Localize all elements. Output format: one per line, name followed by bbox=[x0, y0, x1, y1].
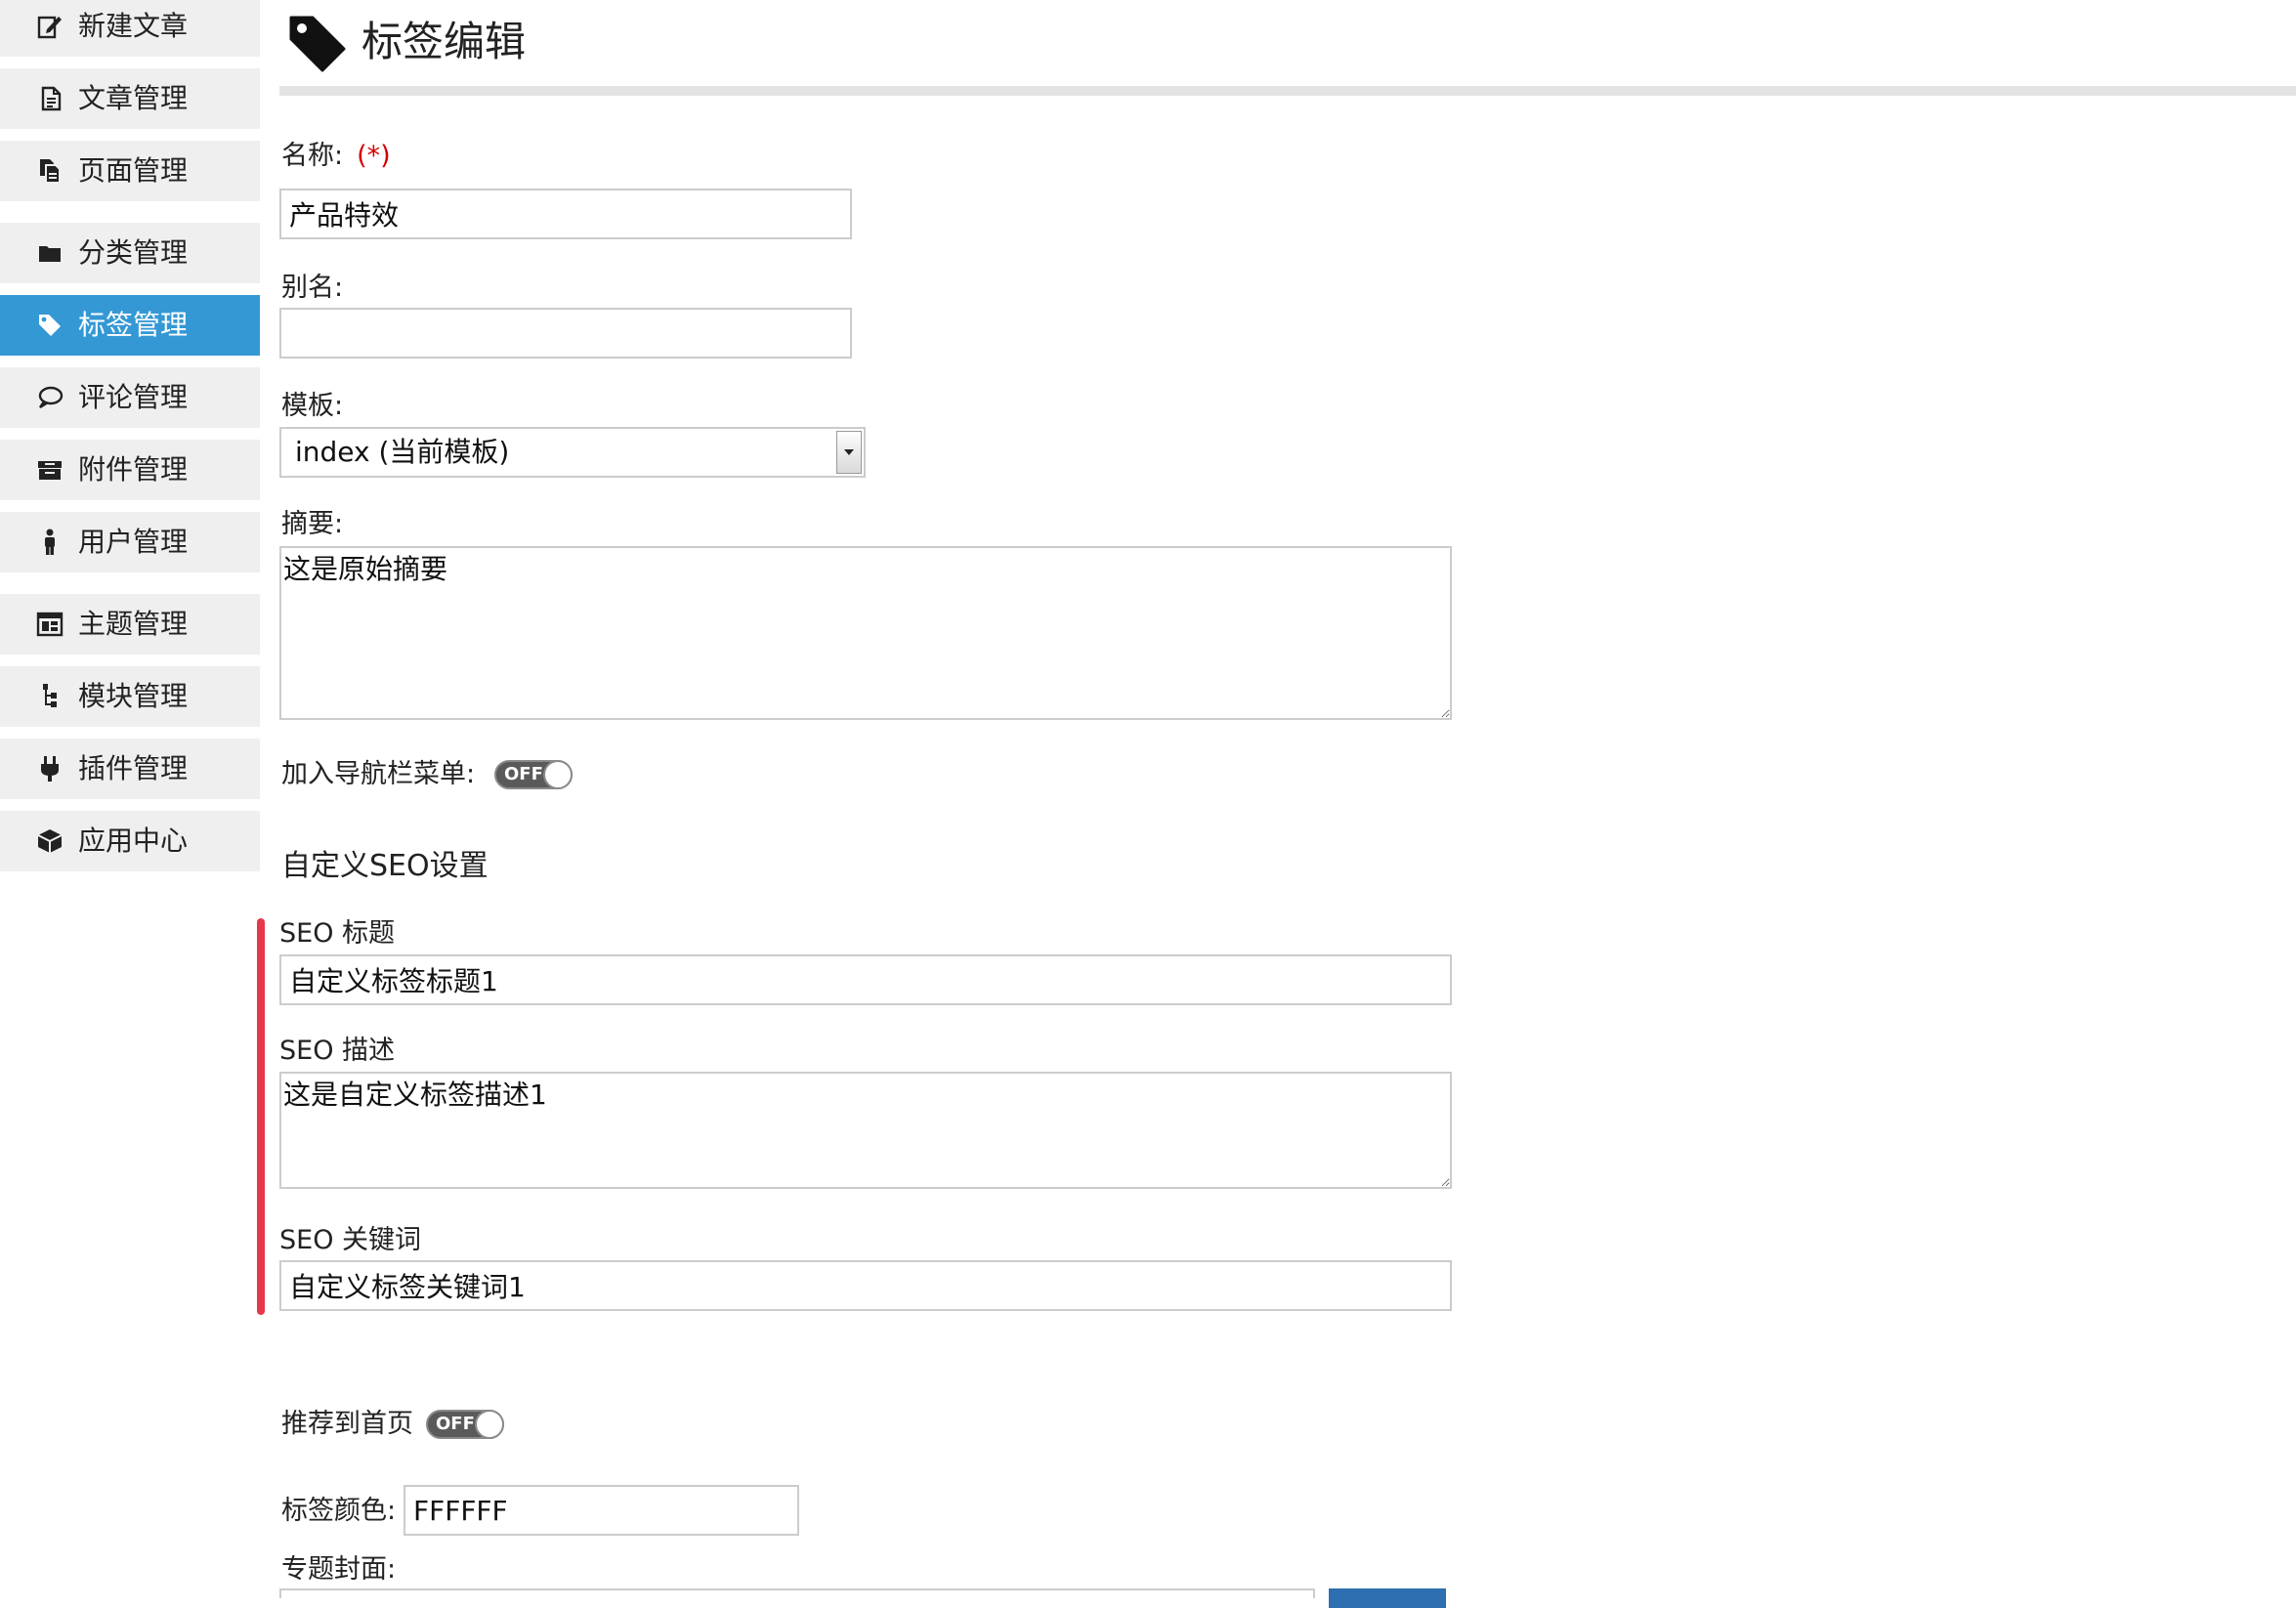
tag-color-label: 标签颜色: bbox=[281, 1496, 397, 1526]
sidebar-item-attachment-manage[interactable]: 附件管理 bbox=[0, 440, 260, 500]
plug-icon bbox=[35, 754, 64, 783]
seo-title-input[interactable] bbox=[279, 954, 1452, 1005]
seo-keywords-label: SEO 关键词 bbox=[279, 1225, 422, 1255]
sidebar-item-theme-manage[interactable]: 主题管理 bbox=[0, 594, 260, 655]
archive-icon bbox=[35, 455, 64, 485]
template-selected-value: index (当前模板) bbox=[295, 436, 510, 468]
required-mark: (*) bbox=[357, 141, 391, 171]
sidebar-item-label: 插件管理 bbox=[78, 752, 189, 784]
sidebar-item-app-center[interactable]: 应用中心 bbox=[0, 811, 260, 871]
sidebar-item-category-manage[interactable]: 分类管理 bbox=[0, 223, 260, 283]
chevron-down-icon[interactable] bbox=[836, 431, 862, 474]
page-header: 标签编辑 bbox=[279, 0, 2296, 98]
tag-icon bbox=[287, 14, 348, 74]
toggle-state: OFF bbox=[504, 764, 543, 784]
sidebar-item-label: 应用中心 bbox=[78, 825, 189, 857]
sidebar-item-label: 标签管理 bbox=[78, 309, 189, 341]
alias-input[interactable] bbox=[279, 308, 852, 359]
sidebar-item-plugin-manage[interactable]: 插件管理 bbox=[0, 739, 260, 799]
user-icon bbox=[35, 528, 64, 557]
folder-icon bbox=[35, 238, 64, 268]
alias-label: 别名: bbox=[281, 273, 344, 303]
sidebar-item-label: 评论管理 bbox=[78, 381, 189, 413]
topic-cover-label: 专题封面: bbox=[281, 1554, 397, 1585]
toggle-state: OFF bbox=[436, 1414, 475, 1434]
page-title: 标签编辑 bbox=[361, 18, 527, 65]
name-label: 名称: (*) bbox=[281, 140, 391, 173]
header-divider bbox=[279, 86, 2296, 96]
layout-icon bbox=[35, 610, 64, 639]
topic-cover-input[interactable] bbox=[279, 1588, 1315, 1598]
add-to-nav-toggle[interactable]: OFF bbox=[494, 760, 573, 789]
sidebar-item-label: 分类管理 bbox=[78, 236, 189, 269]
sidebar-item-label: 新建文章 bbox=[78, 10, 189, 42]
sidebar-item-tag-manage[interactable]: 标签管理 bbox=[0, 295, 260, 356]
sidebar: 新建文章 文章管理 页面管理 分类管理 标签管理 评论管理 附件管理 用户管理 … bbox=[0, 0, 260, 1598]
seo-description-label: SEO 描述 bbox=[279, 1036, 396, 1066]
seo-description-textarea[interactable]: 这是自定义标签描述1 bbox=[279, 1072, 1452, 1189]
sidebar-item-article-manage[interactable]: 文章管理 bbox=[0, 68, 260, 129]
recommend-home-toggle[interactable]: OFF bbox=[426, 1410, 504, 1439]
sidebar-item-label: 文章管理 bbox=[78, 82, 189, 114]
seo-keywords-input[interactable] bbox=[279, 1260, 1452, 1311]
sidebar-item-label: 主题管理 bbox=[78, 608, 189, 640]
toggle-knob bbox=[543, 760, 573, 789]
add-to-nav-label: 加入导航栏菜单: bbox=[281, 759, 476, 789]
sidebar-item-label: 附件管理 bbox=[78, 453, 189, 486]
cube-icon bbox=[35, 826, 64, 856]
upload-button[interactable] bbox=[1329, 1588, 1446, 1608]
tag-color-input[interactable] bbox=[404, 1485, 799, 1536]
name-input[interactable] bbox=[279, 189, 852, 239]
pages-icon bbox=[35, 156, 64, 186]
toggle-knob bbox=[475, 1410, 504, 1439]
sidebar-item-user-manage[interactable]: 用户管理 bbox=[0, 512, 260, 572]
sidebar-item-comment-manage[interactable]: 评论管理 bbox=[0, 367, 260, 428]
seo-section-title: 自定义SEO设置 bbox=[281, 849, 489, 883]
sidebar-item-module-manage[interactable]: 模块管理 bbox=[0, 666, 260, 727]
seo-title-label: SEO 标题 bbox=[279, 918, 396, 949]
recommend-home-label: 推荐到首页 bbox=[281, 1409, 413, 1439]
template-select[interactable]: index (当前模板) bbox=[279, 427, 866, 478]
tag-icon bbox=[35, 311, 64, 340]
edit-icon bbox=[35, 12, 64, 41]
tree-icon bbox=[35, 682, 64, 711]
document-icon bbox=[35, 84, 64, 113]
name-label-text: 名称: bbox=[281, 141, 344, 171]
template-label: 模板: bbox=[281, 391, 344, 421]
sidebar-item-page-manage[interactable]: 页面管理 bbox=[0, 141, 260, 201]
seo-section-accent bbox=[257, 918, 265, 1315]
sidebar-item-label: 模块管理 bbox=[78, 680, 189, 712]
sidebar-item-label: 用户管理 bbox=[78, 526, 189, 558]
sidebar-item-label: 页面管理 bbox=[78, 154, 189, 187]
comment-icon bbox=[35, 383, 64, 412]
sidebar-item-new-article[interactable]: 新建文章 bbox=[0, 0, 260, 57]
summary-textarea[interactable]: 这是原始摘要 bbox=[279, 546, 1452, 720]
summary-label: 摘要: bbox=[281, 509, 344, 539]
